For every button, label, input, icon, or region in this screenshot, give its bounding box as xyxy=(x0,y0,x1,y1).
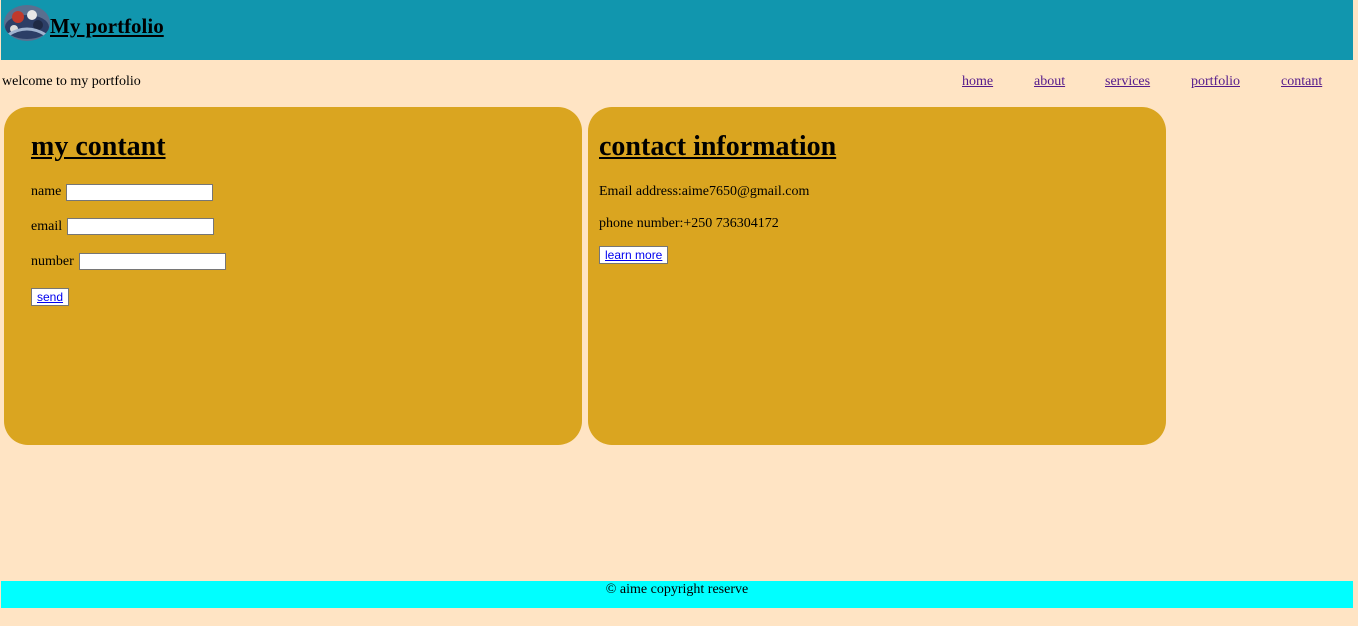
email-input[interactable] xyxy=(67,218,214,235)
copyright-text: © aime copyright reserve xyxy=(605,582,749,597)
top-nav: home about services portfolio contant xyxy=(0,74,1358,94)
number-input[interactable] xyxy=(79,253,226,270)
contact-info-panel: contact information Email address:aime76… xyxy=(588,107,1166,445)
logo-avatar-icon xyxy=(4,5,50,41)
nav-services[interactable]: services xyxy=(1105,74,1150,90)
name-input[interactable] xyxy=(66,184,213,201)
contact-info-title: contact information xyxy=(599,131,837,162)
site-footer: © aime copyright reserve xyxy=(1,581,1353,608)
email-address-text: Email address:aime7650@gmail.com xyxy=(599,184,810,199)
name-label: name xyxy=(31,184,62,199)
nav-portfolio[interactable]: portfolio xyxy=(1191,74,1240,90)
phone-number-text: phone number:+250 736304172 xyxy=(599,216,779,231)
contact-form-panel: my contant name email number send xyxy=(4,107,582,445)
number-label: number xyxy=(31,254,74,269)
learn-more-button[interactable]: learn more xyxy=(599,246,669,264)
nav-about[interactable]: about xyxy=(1034,74,1065,90)
site-header: My portfolio xyxy=(1,0,1353,60)
nav-home[interactable]: home xyxy=(962,74,993,90)
contact-form-title: my contant xyxy=(31,131,166,162)
site-title[interactable]: My portfolio xyxy=(50,14,164,39)
nav-contant[interactable]: contant xyxy=(1281,74,1322,90)
email-label: email xyxy=(31,219,63,234)
send-button[interactable]: send xyxy=(31,288,70,306)
